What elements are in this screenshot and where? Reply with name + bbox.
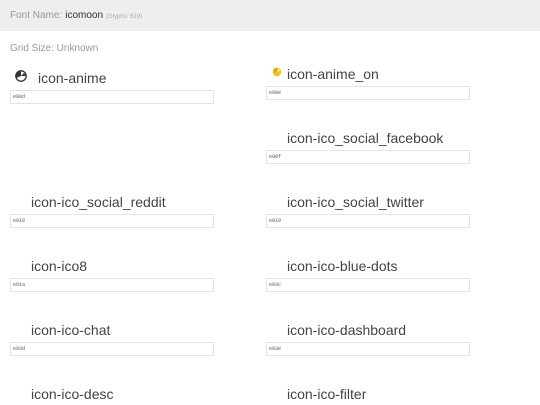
glyph-code: e919 [269, 218, 282, 224]
glyph-count: (Glyphs: 619) [106, 13, 143, 20]
glyph-code-field[interactable]: e90d [10, 90, 214, 104]
glyph-code-field[interactable]: e91a [10, 278, 214, 292]
glyph-code: e90e [269, 90, 282, 96]
glyph-code-field[interactable]: e93e [266, 342, 470, 356]
glyph-code: e91a [13, 282, 26, 288]
glyph-name: icon-ico_social_facebook [287, 130, 444, 146]
glyph-name: icon-anime [38, 70, 107, 86]
glyph-code: e90f [269, 154, 282, 160]
glyph-code-field[interactable]: e919 [266, 214, 470, 228]
glyph-name: icon-anime_on [287, 66, 379, 82]
glyph-name: icon-ico-desc [31, 386, 114, 402]
glyph-code: e918 [13, 218, 26, 224]
glyph-code-field[interactable]: e90e [266, 86, 470, 100]
glyph-name: icon-ico-dashboard [287, 322, 407, 338]
glyph-code: e93d [13, 346, 26, 352]
glyph-name: icon-ico-blue-dots [287, 258, 398, 274]
glyph-code: e93e [269, 346, 282, 352]
glyph-code: e93c [269, 282, 282, 288]
glyph-name: icon-ico_social_reddit [31, 194, 166, 210]
glyph-code-field[interactable]: e93c [266, 278, 470, 292]
anime-icon [15, 70, 31, 86]
font-header: Font Name: icomoon (Glyphs: 619) [0, 0, 540, 31]
glyph-name: icon-ico-filter [287, 386, 367, 402]
glyph-name: icon-ico_social_twitter [287, 194, 424, 210]
font-name-label: Font Name: [10, 10, 63, 21]
anime-on-icon [271, 66, 287, 82]
glyph-name: icon-ico-chat [31, 322, 111, 338]
glyph-code-field[interactable]: e90f [266, 150, 470, 164]
glyph-code-field[interactable]: e93d [10, 342, 214, 356]
grid-size-label: Grid Size: Unknown [10, 43, 99, 54]
glyph-code-field[interactable]: e918 [10, 214, 214, 228]
glyph-code: e90d [13, 94, 26, 100]
glyph-name: icon-ico8 [31, 258, 88, 274]
font-name: icomoon [65, 10, 104, 21]
